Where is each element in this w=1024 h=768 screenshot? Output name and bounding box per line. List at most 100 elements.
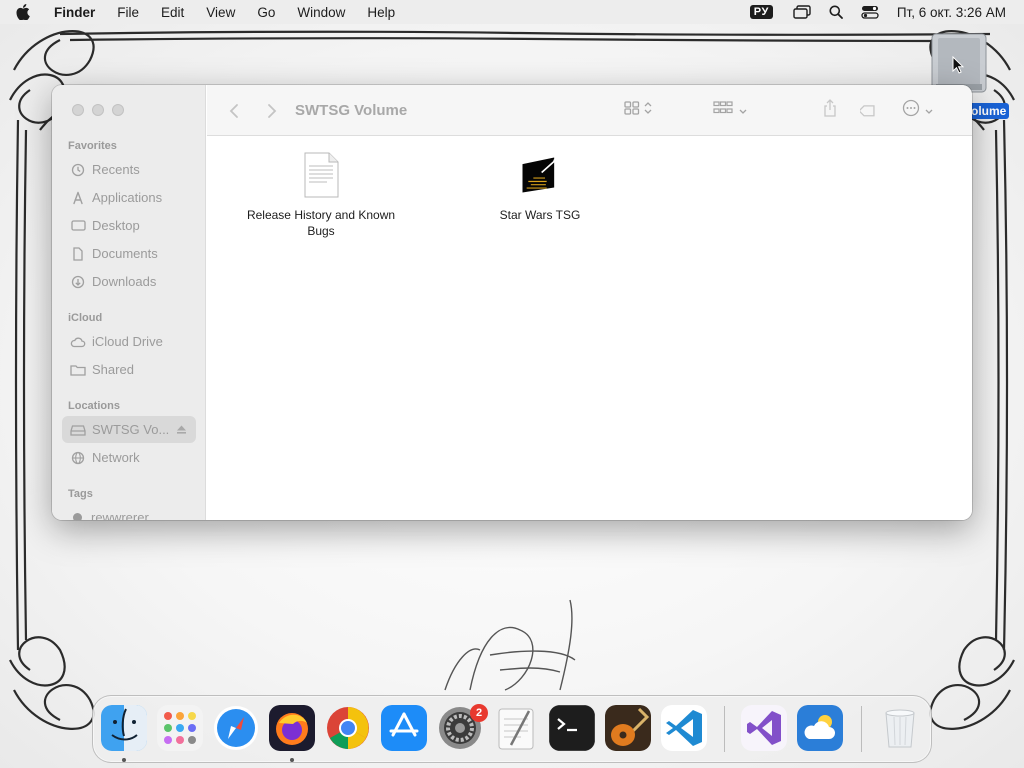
globe-icon bbox=[70, 450, 86, 466]
zoom-window-button[interactable] bbox=[112, 104, 124, 116]
finder-toolbar: SWTSG Volume bbox=[207, 85, 972, 136]
menu-go[interactable]: Go bbox=[246, 5, 286, 20]
dock-separator bbox=[724, 706, 725, 752]
chrome-icon[interactable] bbox=[325, 705, 371, 751]
minimize-window-button[interactable] bbox=[92, 104, 104, 116]
share-icon bbox=[823, 99, 837, 122]
trash-icon[interactable] bbox=[877, 705, 923, 751]
running-indicator bbox=[122, 758, 126, 762]
desktop-icon bbox=[70, 218, 86, 234]
sidebar-item-label: rewwrerer bbox=[91, 510, 149, 520]
tag-button[interactable] bbox=[858, 85, 878, 136]
menu-file[interactable]: File bbox=[106, 5, 150, 20]
file-item[interactable]: Release History and Known Bugs bbox=[237, 152, 405, 239]
forward-button[interactable] bbox=[267, 85, 277, 136]
sidebar-item-label: Recents bbox=[92, 162, 140, 177]
finder-content: Release History and Known Bugs Star Wars… bbox=[207, 137, 972, 520]
sidebar-item-icloud-drive[interactable]: iCloud Drive bbox=[62, 328, 196, 355]
tag-icon bbox=[858, 99, 878, 122]
mouse-cursor bbox=[952, 55, 965, 79]
document-icon bbox=[70, 246, 86, 262]
sidebar-item-label: Documents bbox=[92, 246, 158, 261]
sidebar-item-label: SWTSG Vo... bbox=[92, 422, 170, 437]
sidebar-item-desktop[interactable]: Desktop bbox=[62, 212, 196, 239]
sidebar-header-favorites: Favorites bbox=[68, 140, 117, 152]
cloud-icon bbox=[70, 334, 86, 350]
sidebar-header-tags: Tags bbox=[68, 488, 93, 500]
group-by-button[interactable] bbox=[713, 85, 747, 136]
finder-sidebar: Favorites Recents Applications Desktop D… bbox=[52, 85, 206, 520]
view-mode-button[interactable] bbox=[624, 85, 652, 136]
menu-view[interactable]: View bbox=[195, 5, 246, 20]
menu-window[interactable]: Window bbox=[286, 5, 356, 20]
sidebar-item-tag[interactable]: rewwrerer bbox=[62, 504, 196, 520]
sidebar-item-label: Downloads bbox=[92, 274, 157, 289]
window-controls bbox=[72, 104, 124, 116]
finder-icon[interactable] bbox=[101, 705, 147, 751]
weather-icon[interactable] bbox=[797, 705, 843, 751]
textedit-icon[interactable] bbox=[493, 705, 539, 751]
sidebar-item-label: Shared bbox=[92, 362, 134, 377]
sidebar-header-icloud: iCloud bbox=[68, 312, 103, 324]
vscode-icon[interactable] bbox=[661, 705, 707, 751]
sidebar-item-documents[interactable]: Documents bbox=[62, 240, 196, 267]
shared-folder-icon bbox=[70, 362, 86, 378]
safari-icon[interactable] bbox=[213, 705, 259, 751]
clock-icon bbox=[70, 162, 86, 178]
control-center-icon[interactable] bbox=[861, 5, 879, 19]
notification-badge: 2 bbox=[470, 704, 488, 722]
terminal-icon[interactable] bbox=[549, 705, 595, 751]
signature-logo bbox=[444, 599, 576, 691]
sidebar-item-network[interactable]: Network bbox=[62, 444, 196, 471]
dock-separator bbox=[861, 706, 862, 752]
back-button[interactable] bbox=[229, 85, 239, 136]
share-button[interactable] bbox=[823, 85, 837, 136]
rtf-document-icon bbox=[301, 152, 341, 198]
download-icon bbox=[70, 274, 86, 290]
sidebar-item-swtsg-volume[interactable]: SWTSG Vo... bbox=[62, 416, 196, 443]
file-item[interactable]: Star Wars TSG bbox=[456, 152, 624, 223]
sidebar-item-downloads[interactable]: Downloads bbox=[62, 268, 196, 295]
guitar-icon[interactable] bbox=[605, 705, 651, 751]
firefox-icon[interactable] bbox=[269, 705, 315, 751]
sidebar-item-applications[interactable]: Applications bbox=[62, 184, 196, 211]
sidebar-header-locations: Locations bbox=[68, 400, 120, 412]
more-actions-button[interactable] bbox=[902, 85, 933, 136]
dock: 2 bbox=[92, 695, 932, 763]
applications-icon bbox=[70, 190, 86, 206]
visual-studio-icon[interactable] bbox=[741, 705, 787, 751]
finder-window: Favorites Recents Applications Desktop D… bbox=[52, 85, 972, 520]
close-window-button[interactable] bbox=[72, 104, 84, 116]
launchpad-icon[interactable] bbox=[157, 705, 203, 751]
ellipsis-circle-icon bbox=[902, 99, 920, 122]
sidebar-item-shared[interactable]: Shared bbox=[62, 356, 196, 383]
menu-bar: Finder File Edit View Go Window Help РУ … bbox=[0, 0, 1024, 24]
grid-view-icon bbox=[624, 101, 640, 120]
app-store-icon[interactable] bbox=[381, 705, 427, 751]
menu-edit[interactable]: Edit bbox=[150, 5, 195, 20]
chevron-down-icon bbox=[739, 102, 747, 120]
menu-help[interactable]: Help bbox=[356, 5, 406, 20]
sidebar-item-recents[interactable]: Recents bbox=[62, 156, 196, 183]
game-app-icon bbox=[520, 152, 560, 198]
spotlight-search-icon[interactable] bbox=[829, 5, 843, 19]
chevron-down-icon bbox=[925, 102, 933, 120]
keyboard-layout-indicator[interactable]: РУ bbox=[749, 5, 773, 19]
chevron-updown-icon bbox=[644, 101, 652, 120]
file-name: Star Wars TSG bbox=[499, 208, 581, 222]
file-name: Release History and Known Bugs bbox=[246, 208, 396, 238]
apple-menu-icon[interactable] bbox=[0, 4, 46, 20]
menu-finder[interactable]: Finder bbox=[46, 5, 106, 20]
running-indicator bbox=[290, 758, 294, 762]
desktop-volume-label[interactable]: olume bbox=[968, 103, 1010, 119]
menu-clock[interactable]: Пт, 6 окт. 3:26 AM bbox=[897, 5, 1006, 20]
sidebar-item-label: Network bbox=[92, 450, 140, 465]
sidebar-item-label: iCloud Drive bbox=[92, 334, 163, 349]
eject-icon[interactable] bbox=[176, 423, 187, 438]
group-grid-icon bbox=[713, 101, 733, 120]
window-title: SWTSG Volume bbox=[295, 102, 408, 119]
screen-mirroring-icon[interactable] bbox=[793, 5, 811, 19]
tag-color-dot bbox=[73, 513, 82, 520]
sidebar-item-label: Desktop bbox=[92, 218, 140, 233]
sidebar-item-label: Applications bbox=[92, 190, 163, 205]
